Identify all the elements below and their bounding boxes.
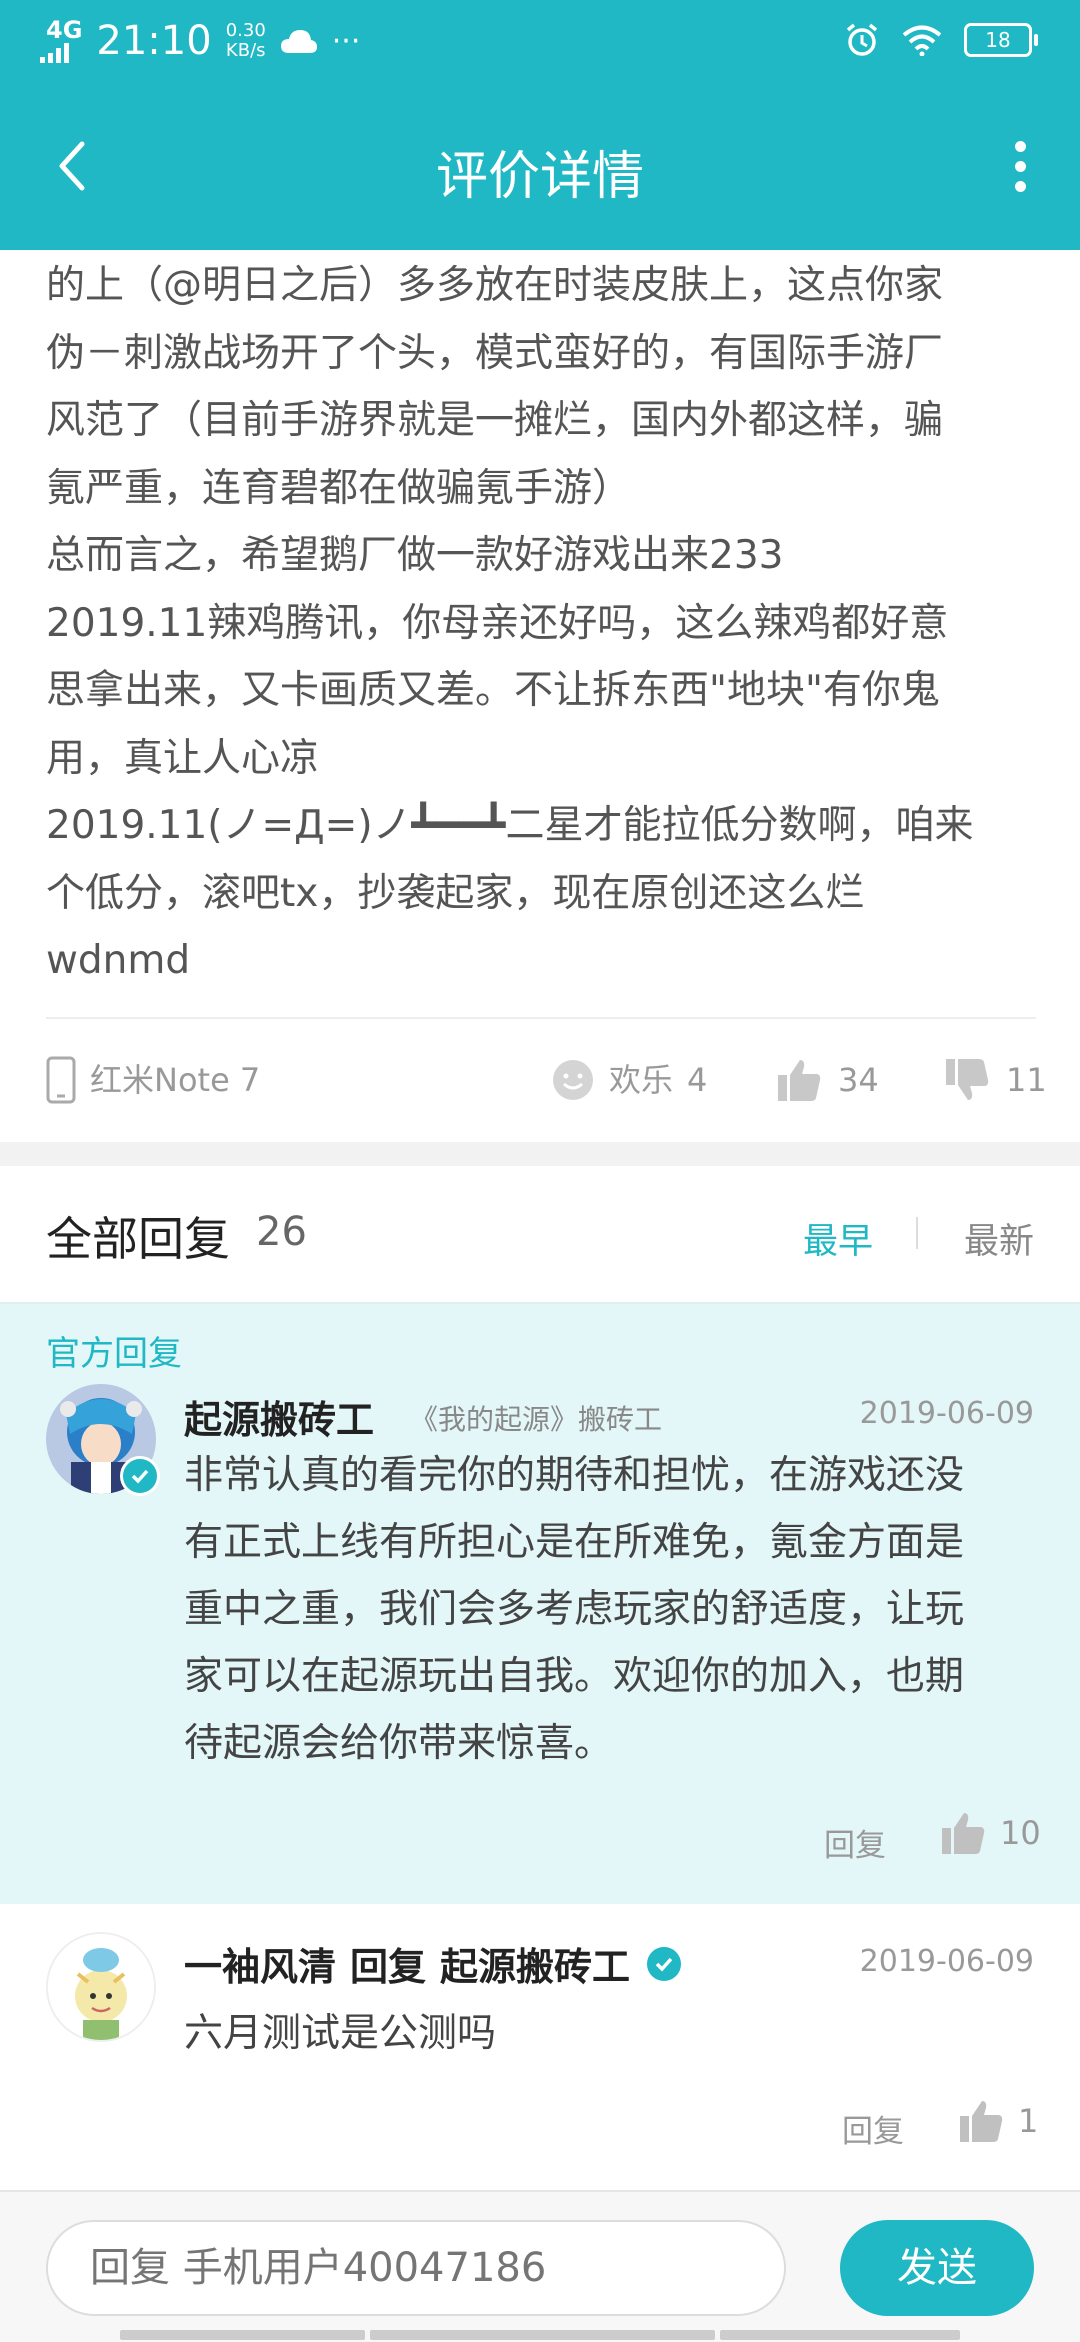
more-notifications-icon: ··· [331,23,361,59]
reply-line: 重中之重，我们会多考虑玩家的舒适度，让玩 [184,1587,965,1632]
reply-composer: 发送 [0,2190,1080,2342]
reply-line: 非常认真的看完你的期待和担忧，在游戏还没 [184,1453,965,1498]
sort-divider [916,1217,918,1249]
reply-button[interactable]: 回复 [842,2106,904,2151]
review-line: 氪严重，连育碧都在做骗氪手游） [46,465,632,511]
device-name: 红米Note 7 [90,1061,261,1099]
reply-line: 家可以在起源玩出自我。欢迎你的加入，也期 [184,1654,965,1699]
reply-author[interactable]: 起源搬砖工 [184,1389,374,1444]
verified-badge-icon [644,1943,685,1984]
smiley-icon [553,1060,593,1100]
review-meta-row: 红米Note 7 欢乐 4 34 11 [46,1050,1047,1110]
signal-bars-icon [40,41,69,63]
section-separator [0,1142,1080,1166]
official-reply-label: 官方回复 [46,1334,182,1374]
review-line: 总而言之，希望鹅厂做一款好游戏出来233 [46,533,784,578]
cartoon-avatar-icon [48,1934,154,2040]
reply-button[interactable]: 回复 [824,1820,886,1865]
review-body: 的上（@明日之后）多多放在时装皮肤上，这点你家 伪－刺激战场开了个头，模式蛮好的… [46,252,1036,995]
replies-header: 全部回复 26 最早 最新 [46,1195,1036,1275]
reply-heading: 一袖风清 回复 起源搬砖工 [184,1936,685,1991]
nav-gesture-bar [720,2330,960,2340]
more-dot-icon [1014,140,1026,152]
reply-like-button[interactable]: 10 [940,1810,1041,1856]
thumbs-up-icon [960,2101,1003,2142]
mood-count: 4 [687,1061,708,1099]
network-type: 4G [46,16,83,44]
review-line: 2019.11辣鸡腾讯，你母亲还好吗，这么辣鸡都好意 [46,600,949,646]
title-bar: 评价详情 [0,110,1080,230]
like-count: 34 [838,1061,879,1099]
reply-date: 2019-06-09 [859,1944,1034,1979]
device-info: 红米Note 7 [46,1050,260,1110]
review-line: 风范了（目前手游界就是一摊烂，国内外都这样，骗 [46,398,944,443]
cloud-icon [280,30,317,53]
user-reply: 一袖风清 回复 起源搬砖工 2019-06-09 六月测试是公测吗 回复 1 [0,1904,1080,2184]
replies-title: 全部回复 [46,1212,230,1266]
status-time: 21:10 [96,18,212,64]
reply-like-button[interactable]: 1 [958,2098,1038,2144]
reply-author[interactable]: 一袖风清 [184,1936,336,1991]
mood-button[interactable]: 欢乐 4 [551,1050,707,1110]
review-line: 2019.11(ノ=Д=)ノ┻━━┻二星才能拉低分数啊，咱来 [46,803,974,848]
review-line: 思拿出来，又卡画质又差。不让拆东西"地块"有你鬼 [46,668,940,713]
reply-target[interactable]: 起源搬砖工 [440,1936,630,1991]
review-line: 伪－刺激战场开了个头，模式蛮好的，有国际手游厂 [46,330,944,376]
reply-author-tag: 《我的起源》搬砖工 [410,1403,663,1436]
thumbs-up-icon [778,1060,821,1101]
review-line: 个低分，滚吧tx，抄袭起家，现在原创还这么烂 [46,870,865,916]
review-line: 用，真让人心凉 [46,735,320,781]
send-button[interactable]: 发送 [840,2220,1034,2316]
divider [46,1017,1036,1019]
thumbs-down-icon [946,1059,989,1100]
sort-newest-tab[interactable]: 最新 [964,1213,1034,1264]
alarm-icon [846,23,878,56]
more-options-button[interactable] [1000,136,1040,196]
wifi-icon [902,25,942,56]
review-line: wdnmd [46,938,191,983]
reply-like-count: 1 [1018,2102,1039,2140]
thumbs-up-icon [942,1813,985,1854]
more-dot-icon [1014,180,1026,192]
page-title: 评价详情 [435,147,644,207]
replies-count: 26 [256,1209,307,1255]
battery-icon: 18 [964,23,1038,57]
network-speed-unit: KB/s [225,40,266,61]
avatar[interactable] [46,1932,156,2042]
top-app-bar: 4G 21:10 0.30 KB/s ··· 18 评价详情 [0,0,1080,250]
reply-line: 待起源会给你带来惊喜。 [184,1721,614,1766]
reply-input[interactable] [46,2220,786,2316]
reply-word: 回复 [350,1945,427,1989]
reply-like-count: 10 [1000,1814,1041,1852]
official-reply: 官方回复 起源搬砖工 《我的起源》搬砖工 2019-06-09 非常认真的看完你… [0,1302,1080,1904]
reply-line: 有正式上线有所担心是在所难免，氪金方面是 [184,1520,965,1565]
status-bar: 4G 21:10 0.30 KB/s ··· 18 [0,0,1080,84]
nav-gesture-bar [120,2330,365,2340]
dislike-button[interactable]: 11 [944,1050,1047,1110]
network-speed: 0.30 KB/s [226,21,266,61]
phone-icon [46,1056,76,1104]
mood-label: 欢乐 [609,1061,674,1099]
dislike-count: 11 [1006,1061,1047,1099]
reply-date: 2019-06-09 [859,1396,1034,1431]
sort-earliest-tab[interactable]: 最早 [803,1213,873,1264]
review-line: 的上（@明日之后）多多放在时装皮肤上，这点你家 [46,263,944,308]
more-dot-icon [1014,160,1026,172]
network-speed-value: 0.30 [225,20,266,41]
like-button[interactable]: 34 [776,1050,879,1110]
reply-text: 非常认真的看完你的期待和担忧，在游戏还没 有正式上线有所担心是在所难免，氪金方面… [184,1442,1034,1777]
nav-gesture-bar [370,2330,715,2340]
reply-text: 六月测试是公测吗 [184,2011,497,2056]
signal-indicator: 4G [40,16,83,63]
verified-badge-icon [120,1456,160,1496]
